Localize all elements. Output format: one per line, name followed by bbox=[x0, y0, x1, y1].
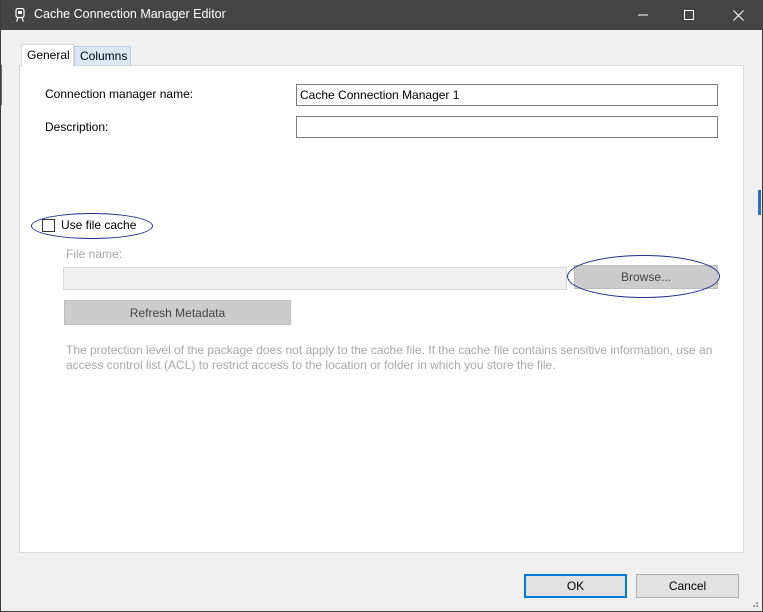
close-button[interactable] bbox=[715, 0, 761, 30]
description-label: Description: bbox=[45, 120, 109, 134]
file-name-label: File name: bbox=[66, 247, 123, 261]
window-title: Cache Connection Manager Editor bbox=[34, 7, 226, 21]
tab-general[interactable]: General bbox=[21, 44, 74, 67]
maximize-icon bbox=[684, 10, 694, 20]
close-icon bbox=[732, 9, 744, 21]
use-file-cache-checkbox[interactable] bbox=[42, 219, 55, 232]
background-window-edge bbox=[1, 65, 2, 105]
cache-connection-icon bbox=[15, 8, 25, 22]
browse-button[interactable]: Browse... bbox=[574, 265, 718, 289]
dialog-window: Cache Connection Manager Editor General … bbox=[0, 0, 763, 612]
tab-columns[interactable]: Columns bbox=[74, 46, 131, 66]
resize-grip-icon[interactable] bbox=[749, 598, 759, 608]
protection-info-text: The protection level of the package does… bbox=[66, 343, 713, 372]
ok-button[interactable]: OK bbox=[524, 574, 627, 598]
minimize-icon bbox=[638, 14, 648, 16]
title-bar[interactable]: Cache Connection Manager Editor bbox=[1, 0, 763, 30]
cancel-button[interactable]: Cancel bbox=[636, 574, 739, 598]
description-input[interactable] bbox=[296, 116, 718, 138]
use-file-cache-label[interactable]: Use file cache bbox=[61, 218, 136, 232]
connection-name-label: Connection manager name: bbox=[45, 87, 194, 101]
refresh-metadata-button[interactable]: Refresh Metadata bbox=[64, 300, 291, 325]
minimize-button[interactable] bbox=[620, 0, 666, 30]
maximize-button[interactable] bbox=[666, 0, 712, 30]
background-window-edge bbox=[758, 190, 761, 215]
file-name-input[interactable] bbox=[63, 267, 567, 290]
connection-name-input[interactable]: Cache Connection Manager 1 bbox=[296, 84, 718, 106]
